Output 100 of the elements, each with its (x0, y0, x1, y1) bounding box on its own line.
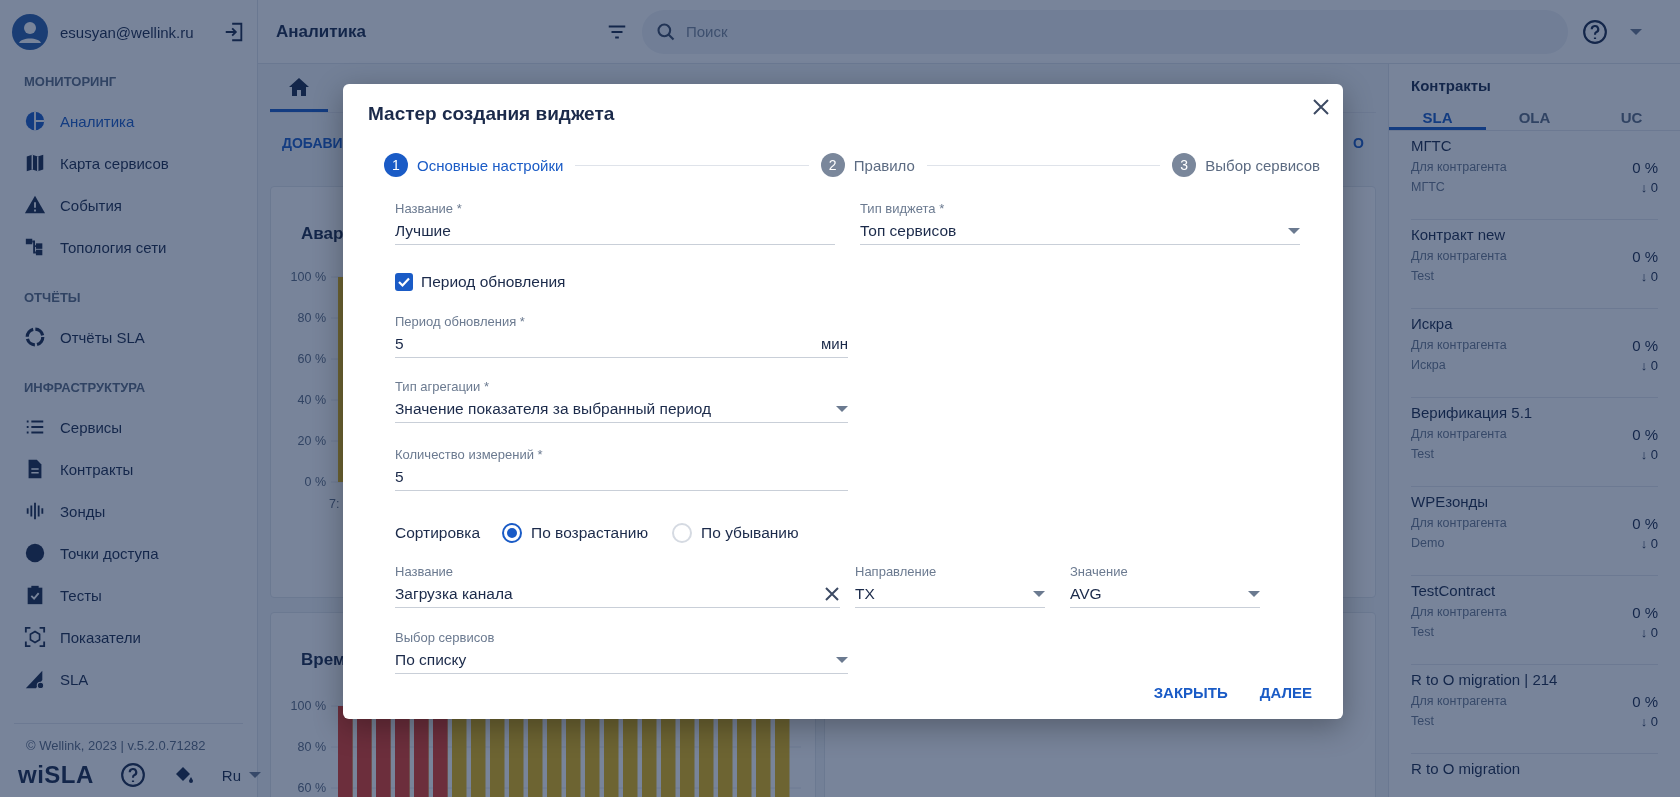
section-title: ОТЧЁТЫ (23, 289, 82, 307)
period-field[interactable]: Период обновления * 5 мин (395, 314, 848, 358)
logout-icon[interactable] (223, 21, 245, 43)
trend-value: ↓ 0 (1639, 357, 1658, 375)
wizard-step[interactable]: 1 Основные настройки (384, 153, 564, 177)
warning-icon (24, 194, 46, 216)
y-tick-label: 100 % (290, 270, 326, 284)
y-tick-label: 80 % (297, 740, 326, 754)
contract-party: Искра (1411, 357, 1447, 374)
ring-icon (24, 326, 46, 348)
contract-type: Для контрагента (1411, 426, 1508, 443)
sidebar-item[interactable]: Сервисы (0, 406, 257, 448)
contract-name[interactable]: Верификация 5.1 (1411, 402, 1658, 424)
sla-percent: 0 % (1632, 425, 1658, 444)
update-period-checkbox[interactable]: Период обновления (395, 272, 566, 292)
wizard-step[interactable]: 3 Выбор сервисов (1172, 153, 1320, 177)
name-field[interactable]: Название * Лучшие (395, 201, 835, 245)
y-tick-label: 60 % (297, 781, 326, 795)
add-button[interactable]: ДОБАВИ (282, 129, 343, 157)
contract-type: Для контрагента (1411, 515, 1508, 532)
sidebar-item[interactable]: Тесты (0, 574, 257, 616)
trend-value: ↓ 0 (1639, 713, 1658, 731)
trend-value: ↓ 0 (1639, 268, 1658, 286)
contract-name[interactable]: МГТС (1411, 135, 1658, 157)
sidebar-item[interactable]: События (0, 184, 257, 226)
contract-name[interactable]: Контракт new (1411, 224, 1658, 246)
widget-type-select[interactable]: Тип виджета * Топ сервисов (860, 201, 1300, 245)
contract-type: Для контрагента (1411, 337, 1508, 354)
tab[interactable]: UC (1583, 108, 1680, 130)
card-title: Авар (301, 223, 344, 245)
value-select[interactable]: Значение AVG (1070, 564, 1260, 608)
contract-type: Для контрагента (1411, 159, 1508, 176)
y-tick-label: 0 % (304, 475, 326, 489)
trend-value: ↓ 0 (1639, 624, 1658, 642)
dropdown-button[interactable] (1630, 28, 1642, 35)
sort-label: Сортировка (395, 524, 482, 542)
caret-icon (1248, 591, 1260, 597)
sidebar-item[interactable]: Карта сервисов (0, 142, 257, 184)
sidebar-item[interactable]: Аналитика (0, 100, 257, 142)
action-button[interactable]: О (1353, 129, 1364, 157)
contract-type: Для контрагента (1411, 604, 1508, 621)
avatar-icon (12, 14, 48, 50)
sound-wave-icon (24, 500, 46, 522)
contract-name[interactable]: WPEзонды (1411, 491, 1658, 513)
sidebar-item[interactable]: Контракты (0, 448, 257, 490)
contract-type: Для контрагента (1411, 693, 1508, 710)
pie-chart-icon (24, 110, 46, 132)
sla-percent: 0 % (1632, 603, 1658, 622)
map-icon (24, 152, 46, 174)
clear-icon[interactable] (824, 586, 840, 602)
direction-select[interactable]: Направление TX (855, 564, 1045, 608)
contract-party: Test (1411, 624, 1435, 641)
card-title: Врем (301, 649, 346, 671)
sidebar-item[interactable]: SLA (0, 658, 257, 700)
services-select[interactable]: Выбор сервисов По списку (395, 630, 848, 674)
circle-icon (24, 542, 46, 564)
metric-field[interactable]: Название Загрузка канала (395, 564, 840, 608)
wizard-step[interactable]: 2 Правило (820, 153, 915, 177)
y-tick-label: 80 % (297, 311, 326, 325)
sidebar-item[interactable]: Показатели (0, 616, 257, 658)
y-tick-label: 40 % (297, 393, 326, 407)
tab[interactable]: SLA (1389, 108, 1486, 130)
sidebar-item[interactable]: Топология сети (0, 226, 257, 268)
count-field[interactable]: Количество измерений * 5 (395, 447, 848, 491)
close-icon[interactable] (1312, 97, 1330, 116)
trend-value: ↓ 0 (1639, 446, 1658, 464)
caret-icon (836, 657, 848, 663)
sla-percent: 0 % (1632, 247, 1658, 266)
tab[interactable]: OLA (1486, 108, 1583, 130)
sort-radio[interactable]: По убыванию (672, 523, 799, 543)
dialog-button[interactable]: ДАЛЕЕ (1251, 674, 1320, 710)
contract-name[interactable]: R to O migration (1411, 758, 1658, 780)
trend-value: ↓ 0 (1639, 535, 1658, 553)
contract-name[interactable]: Искра (1411, 313, 1658, 335)
caret-icon (249, 772, 262, 778)
aggregation-select[interactable]: Тип агрегации * Значение показателя за выбранный период (395, 379, 848, 423)
contract-party: Test (1411, 713, 1435, 730)
contract-party: Test (1411, 446, 1435, 463)
help-icon[interactable] (1582, 18, 1608, 45)
caret-icon (1033, 591, 1045, 597)
sidebar-item[interactable]: Зонды (0, 490, 257, 532)
section-title: ИНФРАСТРУКТУРА (23, 379, 147, 397)
y-tick-label: 20 % (297, 434, 326, 448)
sort-radio[interactable]: По возрастанию (502, 523, 649, 543)
help-icon[interactable] (119, 762, 146, 788)
sidebar-item[interactable]: Отчёты SLA (0, 316, 257, 358)
dialog-button[interactable]: ЗАКРЫТЬ (1145, 674, 1236, 710)
sla-percent: 0 % (1632, 692, 1658, 711)
logo: wiSLA (18, 761, 94, 789)
language-selector[interactable]: Ru (221, 766, 262, 784)
step-number: 3 (1172, 153, 1197, 177)
contract-name[interactable]: TestContract (1411, 580, 1658, 602)
dialog-title: Мастер создания виджета (368, 102, 615, 125)
contract-name[interactable]: R to O migration | 214 (1411, 669, 1658, 691)
x-axis-label: 7: (329, 497, 340, 511)
sidebar-item[interactable]: Точки доступа (0, 532, 257, 574)
search-icon (656, 21, 676, 42)
contract-type: Для контрагента (1411, 248, 1508, 265)
y-tick-label: 100 % (290, 699, 326, 713)
section-title: МОНИТОРИНГ (23, 73, 118, 91)
